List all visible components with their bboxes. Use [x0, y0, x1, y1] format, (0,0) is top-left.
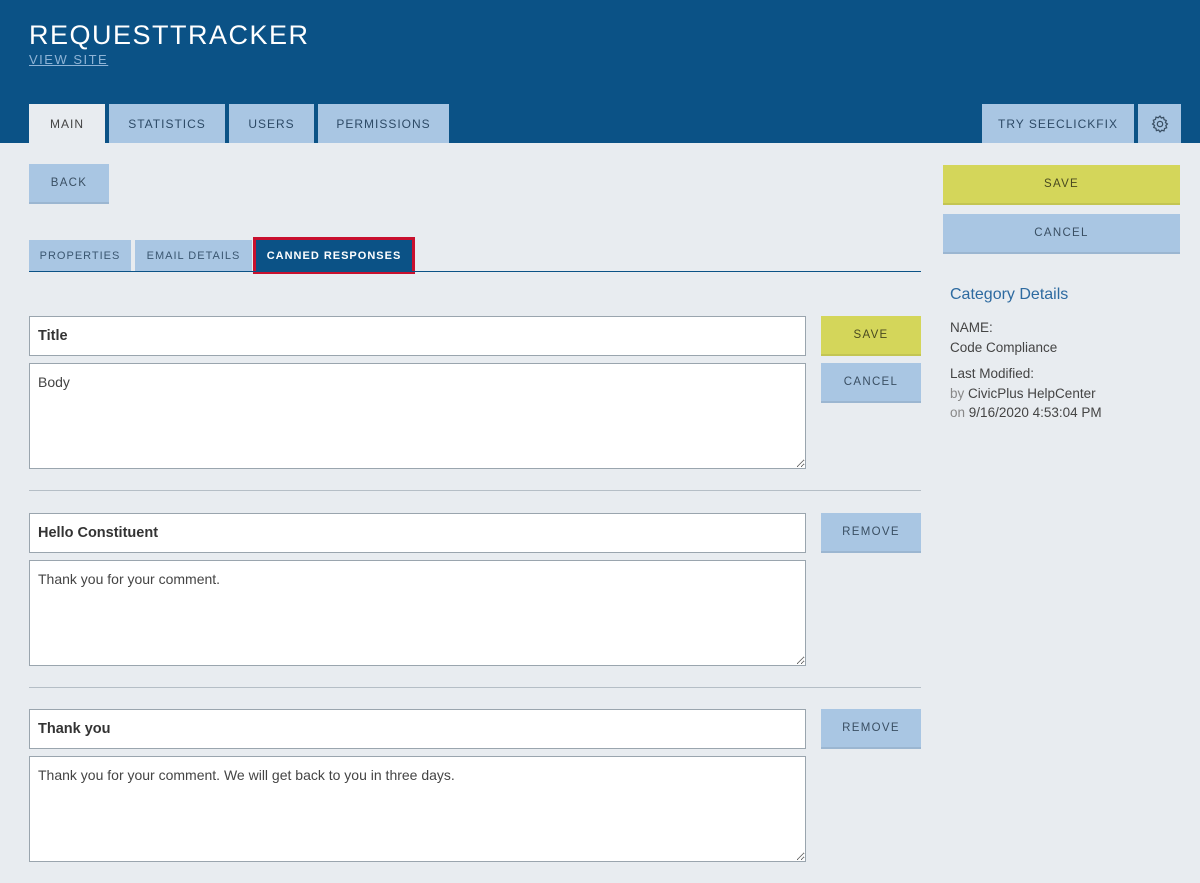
settings-button[interactable] — [1138, 104, 1181, 143]
new-body-input[interactable] — [29, 363, 806, 469]
modified-by: by CivicPlus HelpCenter — [950, 386, 1096, 401]
cancel-button[interactable]: CANCEL — [943, 214, 1180, 254]
response-title-input[interactable] — [29, 513, 806, 553]
subtab-underline — [29, 271, 921, 272]
tab-permissions[interactable]: PERMISSIONS — [318, 104, 449, 143]
response-body-input[interactable]: Thank you for your comment. — [29, 560, 806, 666]
modified-on: on 9/16/2020 4:53:04 PM — [950, 405, 1102, 420]
subtab-properties[interactable]: PROPERTIES — [29, 240, 131, 271]
back-button[interactable]: BACK — [29, 164, 109, 204]
new-save-button[interactable]: SAVE — [821, 316, 921, 356]
tab-main[interactable]: MAIN — [29, 104, 105, 143]
gear-icon — [1151, 114, 1168, 133]
last-modified-label: Last Modified: — [950, 366, 1035, 381]
on-prefix: on — [950, 405, 966, 420]
tab-users[interactable]: USERS — [229, 104, 314, 143]
subtab-email-details[interactable]: EMAIL DETAILS — [135, 240, 252, 271]
new-title-input[interactable] — [29, 316, 806, 356]
try-seeclickfix-button[interactable]: TRY SEECLICKFIX — [982, 104, 1134, 143]
name-value: Code Compliance — [950, 340, 1058, 355]
by-prefix: by — [950, 386, 965, 401]
divider — [29, 490, 921, 491]
remove-response-button[interactable]: REMOVE — [821, 709, 921, 749]
save-button[interactable]: SAVE — [943, 165, 1180, 205]
view-site-link[interactable]: VIEW SITE — [29, 52, 108, 67]
name-label: NAME: — [950, 320, 993, 335]
new-cancel-button[interactable]: CANCEL — [821, 363, 921, 403]
app-header: REQUESTTRACKER VIEW SITE MAIN STATISTICS… — [0, 0, 1200, 143]
category-details-heading: Category Details — [950, 286, 1069, 303]
modified-by-value: CivicPlus HelpCenter — [968, 386, 1096, 401]
response-body-input[interactable]: Thank you for your comment. We will get … — [29, 756, 806, 862]
subtab-canned-responses[interactable]: CANNED RESPONSES — [253, 237, 415, 274]
modified-on-value: 9/16/2020 4:53:04 PM — [968, 405, 1102, 420]
tab-statistics[interactable]: STATISTICS — [109, 104, 225, 143]
response-title-input[interactable] — [29, 709, 806, 749]
remove-response-button[interactable]: REMOVE — [821, 513, 921, 553]
app-title: REQUESTTRACKER — [29, 20, 310, 50]
divider — [29, 687, 921, 688]
